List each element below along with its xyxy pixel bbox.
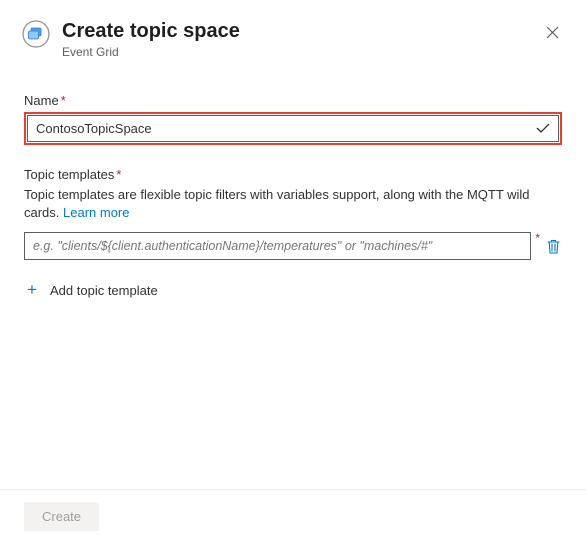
required-asterisk: * — [535, 231, 540, 245]
trash-icon — [547, 239, 560, 254]
templates-label: Topic templates* — [24, 167, 562, 182]
delete-template-button[interactable] — [544, 237, 562, 255]
learn-more-link[interactable]: Learn more — [63, 205, 129, 220]
add-template-button[interactable]: + Add topic template — [24, 276, 562, 304]
name-label-text: Name — [24, 93, 59, 108]
name-input-highlight — [24, 112, 562, 145]
topic-space-icon — [22, 20, 50, 48]
header-text: Create topic space Event Grid — [62, 18, 540, 59]
panel-subtitle: Event Grid — [62, 45, 540, 59]
required-asterisk: * — [61, 93, 66, 108]
panel-footer: Create — [0, 489, 586, 543]
close-icon — [546, 26, 559, 39]
panel-header: Create topic space Event Grid — [0, 0, 586, 67]
template-row: * — [24, 232, 562, 260]
form-body: Name* Topic templates* Topic templates a… — [0, 67, 586, 304]
template-input[interactable] — [24, 232, 531, 260]
add-template-label: Add topic template — [50, 283, 158, 298]
required-asterisk: * — [116, 167, 121, 182]
name-label: Name* — [24, 93, 562, 108]
templates-label-text: Topic templates — [24, 167, 114, 182]
name-input[interactable] — [27, 115, 559, 142]
close-button[interactable] — [540, 20, 564, 44]
plus-icon: + — [24, 280, 40, 300]
panel-title: Create topic space — [62, 18, 540, 44]
check-icon — [536, 121, 550, 137]
templates-description: Topic templates are flexible topic filte… — [24, 186, 562, 222]
create-button[interactable]: Create — [24, 502, 99, 531]
